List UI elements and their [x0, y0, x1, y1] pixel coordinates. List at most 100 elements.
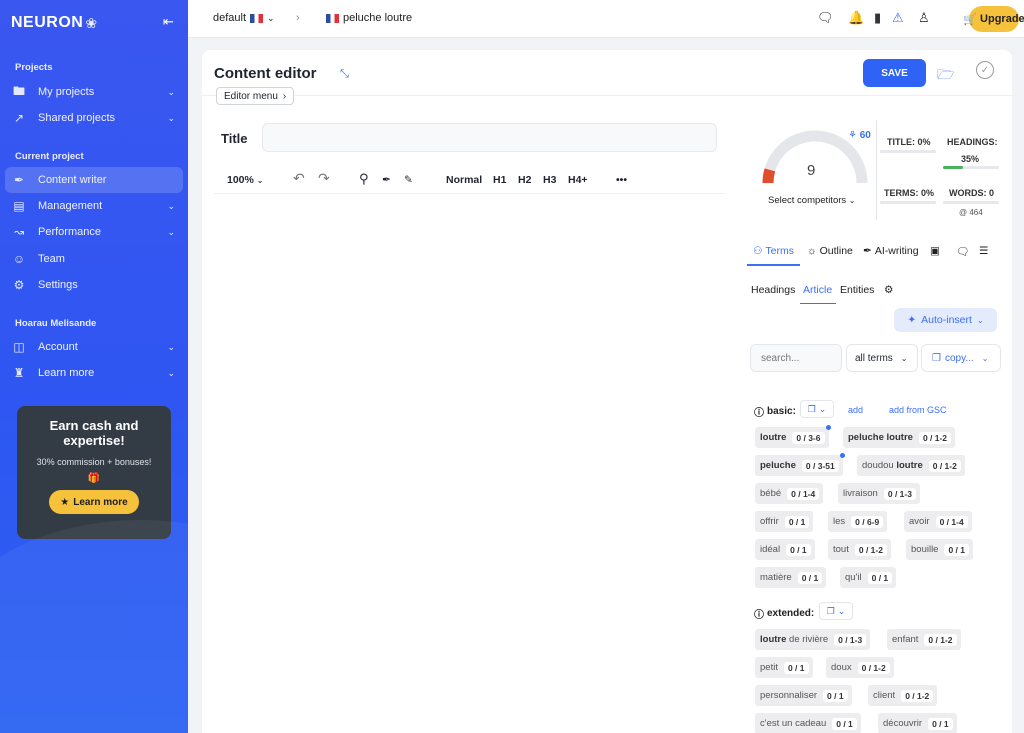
term-chip-label: peluche [760, 460, 796, 471]
term-chip-count: 0 / 1 [832, 717, 857, 730]
term-chip[interactable]: bouille 0 / 1 [906, 539, 974, 560]
term-chip[interactable]: qu'il 0 / 1 [840, 567, 897, 588]
title-input[interactable] [262, 123, 717, 152]
brand-logo[interactable]: NEURON ❀ [11, 14, 98, 32]
auto-insert-button[interactable]: ✦ Auto-insert ⌄ [894, 308, 997, 332]
extended-copy-button[interactable]: ❐ ⌄ [819, 602, 853, 620]
term-chip[interactable]: avoir 0 / 1-4 [904, 511, 972, 532]
save-button[interactable]: SAVE [863, 59, 926, 87]
format-h2[interactable]: H2 [518, 174, 531, 186]
zoom-value: 100% [227, 174, 254, 186]
term-chip[interactable]: les 0 / 6-9 [828, 511, 888, 532]
redo-icon[interactable]: ↷ [318, 170, 330, 187]
check-circle-icon[interactable]: ✓ [976, 61, 994, 79]
sliders-icon[interactable]: ⚙ [884, 284, 893, 296]
term-chip[interactable]: c'est un cadeau 0 / 1 [755, 713, 861, 733]
term-chip[interactable]: doudou loutre 0 / 1-2 [857, 455, 965, 476]
term-chip-count: 0 / 1-2 [854, 543, 887, 556]
tab-list-icon[interactable]: ☰ [979, 245, 988, 257]
sidebar-item-team[interactable]: ☺ Team [5, 246, 183, 272]
basic-copy-button[interactable]: ❐ ⌄ [800, 400, 834, 418]
term-chip[interactable]: loutre de rivière 0 / 1-3 [755, 629, 871, 650]
sidebar-item-performance[interactable]: ↝ Performance ⌄ [5, 219, 183, 245]
bell-icon[interactable]: 🔔 [848, 10, 864, 26]
sidebar-item-label: Settings [38, 279, 78, 291]
term-chip[interactable]: peluche loutre 0 / 1-2 [843, 427, 956, 448]
format-h1[interactable]: H1 [493, 174, 506, 186]
format-h4-plus[interactable]: H4+ [568, 174, 588, 186]
zoom-select[interactable]: 100% ⌄ [227, 174, 263, 186]
share-icon: ↗ [13, 111, 25, 125]
term-chip[interactable]: peluche 0 / 3-51 [755, 453, 845, 476]
alert-icon[interactable]: ⚠ [892, 10, 904, 26]
term-chip[interactable]: client 0 / 1-2 [868, 685, 938, 706]
sidebar-item-shared-projects[interactable]: ↗ Shared projects ⌄ [5, 105, 183, 131]
highlighter-icon[interactable]: ✎ [404, 174, 413, 186]
term-chip[interactable]: enfant 0 / 1-2 [887, 629, 961, 650]
chat-icon[interactable]: 🗨 [817, 10, 834, 26]
term-chip[interactable]: offrir 0 / 1 [755, 511, 814, 532]
collapse-sidebar-icon[interactable]: ⇤ [163, 14, 174, 30]
chevron-down-icon: ⌄ [167, 341, 175, 352]
term-chip-label: doux [831, 662, 852, 673]
editor-menu-button[interactable]: Editor menu › [216, 87, 295, 105]
subtab-article[interactable]: Article [803, 284, 832, 296]
sidebar-item-learn-more[interactable]: ♜ Learn more ⌄ [5, 360, 183, 386]
user-icon[interactable]: ♙ [918, 10, 930, 26]
add-from-gsc-link[interactable]: add from GSC [889, 405, 947, 415]
copy-terms-button[interactable]: ❐ copy... ⌄ [921, 344, 1001, 372]
term-chip[interactable]: petit 0 / 1 [755, 657, 813, 678]
bars-icon[interactable]: ▮ [874, 10, 881, 26]
sidebar-item-settings[interactable]: ⚙ Settings [5, 272, 183, 298]
sidebar-item-content-writer[interactable]: ✒ Content writer [5, 167, 183, 193]
sidebar-item-label: Performance [38, 226, 101, 238]
terms-filter-select[interactable]: all terms ⌄ [846, 344, 918, 372]
term-chip[interactable]: matière 0 / 1 [755, 567, 827, 588]
select-competitors[interactable]: Select competitors ⌄ [768, 195, 856, 206]
upgrade-button[interactable]: 🛒 Upgrade [963, 6, 1024, 32]
feather-icon: ✒ [13, 173, 25, 187]
term-chip[interactable]: idéal 0 / 1 [755, 539, 815, 560]
document-breadcrumb[interactable]: peluche loutre [326, 12, 412, 24]
term-chip[interactable]: bébé 0 / 1-4 [755, 483, 824, 504]
term-chip-text: livraison [843, 488, 878, 499]
add-term-link[interactable]: add [848, 405, 863, 415]
terms-search-input[interactable] [750, 344, 842, 372]
term-chip-label: peluche loutre [848, 432, 913, 443]
metric-title-bar [880, 150, 936, 153]
format-normal[interactable]: Normal [446, 174, 482, 186]
term-chip[interactable]: loutre 0 / 3-6 [755, 425, 831, 448]
subtab-headings[interactable]: Headings [751, 284, 795, 296]
subtab-entities[interactable]: Entities [840, 284, 874, 296]
tab-terms[interactable]: ⚇ Terms [753, 245, 794, 257]
tab-underline [747, 264, 800, 266]
sidebar-item-account[interactable]: ◫ Account ⌄ [5, 334, 183, 360]
undo-icon[interactable]: ↶ [293, 170, 305, 187]
more-options-icon[interactable]: ••• [616, 174, 627, 186]
term-chip-label: personnaliser [760, 690, 817, 701]
term-chip[interactable]: livraison 0 / 1-3 [838, 483, 920, 504]
term-chip[interactable]: doux 0 / 1-2 [826, 657, 894, 678]
term-chip-count: 0 / 1 [786, 543, 811, 556]
search-icon[interactable]: ⚲ [359, 171, 369, 187]
term-chip[interactable]: tout 0 / 1-2 [828, 539, 891, 560]
tab-images-icon[interactable]: ▣ [930, 245, 940, 257]
marker-icon[interactable]: ✒ [382, 174, 391, 186]
term-chip[interactable]: découvrir 0 / 1 [878, 713, 957, 733]
format-h3[interactable]: H3 [543, 174, 556, 186]
tab-outline[interactable]: ☼ Outline [807, 245, 853, 257]
sidebar-item-management[interactable]: ▤ Management ⌄ [5, 193, 183, 219]
tab-ai-writing[interactable]: ✒ AI-writing [863, 245, 919, 257]
metric-words: WORDS: 0 [949, 188, 994, 198]
learn-more-button[interactable]: ★ Learn more [49, 490, 139, 514]
chevron-down-icon: ⌄ [167, 200, 175, 211]
folder-open-icon[interactable]: 🗁 [937, 64, 954, 88]
term-chip-label: qu'il [845, 572, 862, 583]
sidebar-item-my-projects[interactable]: 🖿 My projects ⌄ [5, 79, 183, 105]
term-chip[interactable]: personnaliser 0 / 1 [755, 685, 852, 706]
tab-comments-icon[interactable]: 🗨 [956, 245, 969, 258]
expand-icon[interactable]: ⤡ [340, 68, 349, 81]
editor-toolbar: 100% ⌄ ↶ ↷ ⚲ ✒ ✎ Normal H1 H2 H3 H4+ ••• [214, 168, 726, 194]
metric-terms: TERMS: 0% [884, 188, 935, 198]
workspace-selector[interactable]: default ⌄ [213, 12, 275, 24]
